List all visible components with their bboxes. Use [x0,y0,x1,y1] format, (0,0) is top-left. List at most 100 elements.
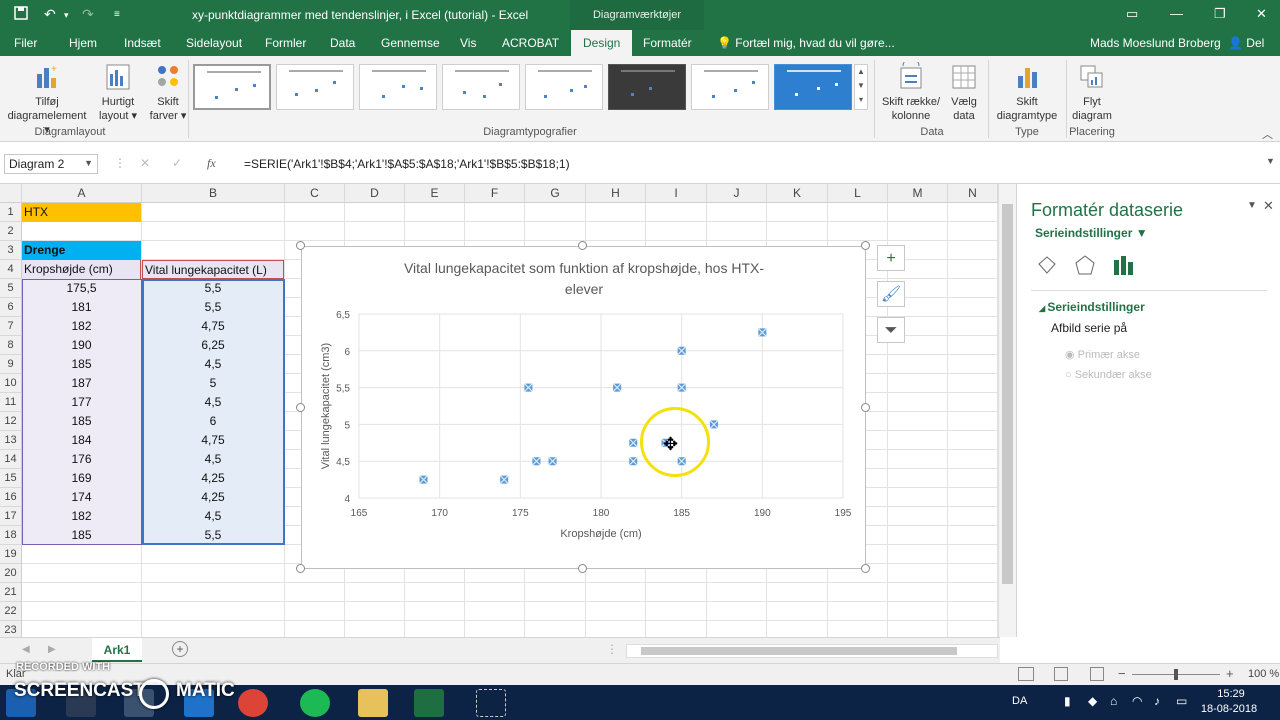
cell-b7[interactable]: 4,75 [142,317,284,336]
volume-icon[interactable]: ♪ [1154,694,1160,708]
ribbon-display-options-icon[interactable]: ▭ [1126,6,1138,22]
row-header-2[interactable]: 2 [0,222,22,241]
cell-a17[interactable]: 182 [22,507,141,526]
cell-a11[interactable]: 177 [22,393,141,412]
tab-data[interactable]: Data [330,36,355,50]
chart-style-6[interactable] [608,64,686,110]
row-header-19[interactable]: 19 [0,545,22,564]
cell-b9[interactable]: 4,5 [142,355,284,374]
scrollbar-thumb[interactable] [641,647,957,655]
spotify-icon[interactable] [300,689,330,717]
chart-filters-button[interactable]: ⏷ [877,317,905,343]
series-options-icon[interactable] [1111,254,1135,276]
tab-formulas[interactable]: Formler [265,36,306,50]
column-header-f[interactable]: F [465,184,525,203]
column-header-l[interactable]: L [828,184,888,203]
select-data-button[interactable]: Vælg data [946,62,982,123]
vertical-scrollbar[interactable] [998,184,1016,637]
tab-review[interactable]: Gennemse [381,36,440,50]
chevron-down-icon[interactable]: ▼ [857,81,865,90]
data-point[interactable] [628,456,638,466]
data-point[interactable] [419,475,428,485]
expand-formula-bar-icon[interactable]: ▼ [1266,156,1275,166]
close-icon[interactable]: ✕ [1256,6,1267,22]
chart-styles-button[interactable]: 🖌 [877,281,905,307]
tab-acrobat[interactable]: ACROBAT [502,36,559,50]
page-break-view-icon[interactable] [1090,667,1104,681]
scrollbar-thumb[interactable] [1002,204,1013,584]
share-button[interactable]: 👤 Del [1228,36,1264,50]
cell-b8[interactable]: 6,25 [142,336,284,355]
resize-handle[interactable] [296,564,305,573]
formula-input[interactable]: =SERIE('Ark1'!$B$4;'Ark1'!$A$5:$A$18;'Ar… [244,157,570,171]
row-header-12[interactable]: 12 [0,412,22,431]
row-header-4[interactable]: 4 [0,260,22,279]
row-header-7[interactable]: 7 [0,317,22,336]
row-header-21[interactable]: 21 [0,583,22,602]
row-header-5[interactable]: 5 [0,279,22,298]
column-header-h[interactable]: H [586,184,646,203]
data-point[interactable] [709,419,719,429]
cell-b17[interactable]: 4,5 [142,507,284,526]
change-colors-button[interactable]: Skift farver ▾ [146,62,190,123]
cell-a6[interactable]: 181 [22,298,141,317]
horizontal-scrollbar[interactable] [626,644,998,658]
column-header-e[interactable]: E [405,184,465,203]
column-header-n[interactable]: N [948,184,998,203]
cell-b4[interactable]: Vital lungekapacitet (L) [142,260,284,279]
tab-page-layout[interactable]: Sidelayout [186,36,242,50]
cell-a1[interactable]: HTX [22,203,141,222]
cell-b14[interactable]: 4,5 [142,450,284,469]
enter-icon[interactable]: ✓ [172,156,182,170]
column-header-a[interactable]: A [22,184,142,203]
row-header-11[interactable]: 11 [0,393,22,412]
data-point[interactable] [523,383,533,393]
row-header-13[interactable]: 13 [0,431,22,450]
network-icon[interactable]: ⌂ [1110,694,1117,708]
chrome-icon[interactable] [238,689,268,717]
cell-b15[interactable]: 4,25 [142,469,284,488]
tab-home[interactable]: Hjem [69,36,97,50]
wifi-icon[interactable]: ◠ [1132,694,1142,708]
data-point[interactable] [628,438,638,448]
data-point[interactable] [499,475,509,485]
cancel-icon[interactable]: ✕ [140,156,150,170]
user-name[interactable]: Mads Moeslund Broberg [1090,36,1221,50]
zoom-level[interactable]: 100 % [1248,668,1279,680]
gallery-more-icon[interactable]: ▾ [859,95,863,104]
tab-file[interactable]: Filer [14,36,37,50]
cell-b6[interactable]: 5,5 [142,298,284,317]
save-icon[interactable] [14,6,28,23]
zoom-slider-thumb[interactable] [1174,669,1178,680]
screen-capture-icon[interactable] [476,689,506,717]
row-header-18[interactable]: 18 [0,526,22,545]
pane-options-icon[interactable]: ▼ [1247,200,1257,211]
chart-elements-button[interactable]: + [877,245,905,271]
zoom-in-icon[interactable]: + [1226,666,1234,681]
switch-row-column-button[interactable]: Skift række/kolonne [878,62,944,123]
secondary-axis-radio[interactable]: ○ Sekundær akse [1065,369,1152,381]
column-header-i[interactable]: I [646,184,707,203]
cell-b18[interactable]: 5,5 [142,526,284,545]
cell-a7[interactable]: 182 [22,317,141,336]
row-header-17[interactable]: 17 [0,507,22,526]
cell-a10[interactable]: 187 [22,374,141,393]
tab-format[interactable]: Formatér [643,36,692,50]
undo-dropdown-icon[interactable]: ▾ [64,10,69,21]
name-box[interactable]: Diagram 2 ▼ [4,154,98,174]
column-header-j[interactable]: J [707,184,767,203]
column-header-c[interactable]: C [285,184,345,203]
undo-icon[interactable]: ↶ [44,6,56,23]
resize-handle[interactable] [861,564,870,573]
language-indicator[interactable]: DA [1012,695,1027,707]
fill-line-icon[interactable] [1035,254,1059,276]
cell-b13[interactable]: 4,75 [142,431,284,450]
move-chart-button[interactable]: Flyt diagram [1070,62,1114,123]
next-sheet-icon[interactable]: ▶ [48,644,56,655]
data-point[interactable] [677,346,687,356]
close-pane-icon[interactable]: ✕ [1263,198,1274,214]
column-header-d[interactable]: D [345,184,405,203]
battery-icon[interactable]: ▮ [1064,694,1071,708]
row-header-1[interactable]: 1 [0,203,22,222]
tab-view[interactable]: Vis [460,36,476,50]
